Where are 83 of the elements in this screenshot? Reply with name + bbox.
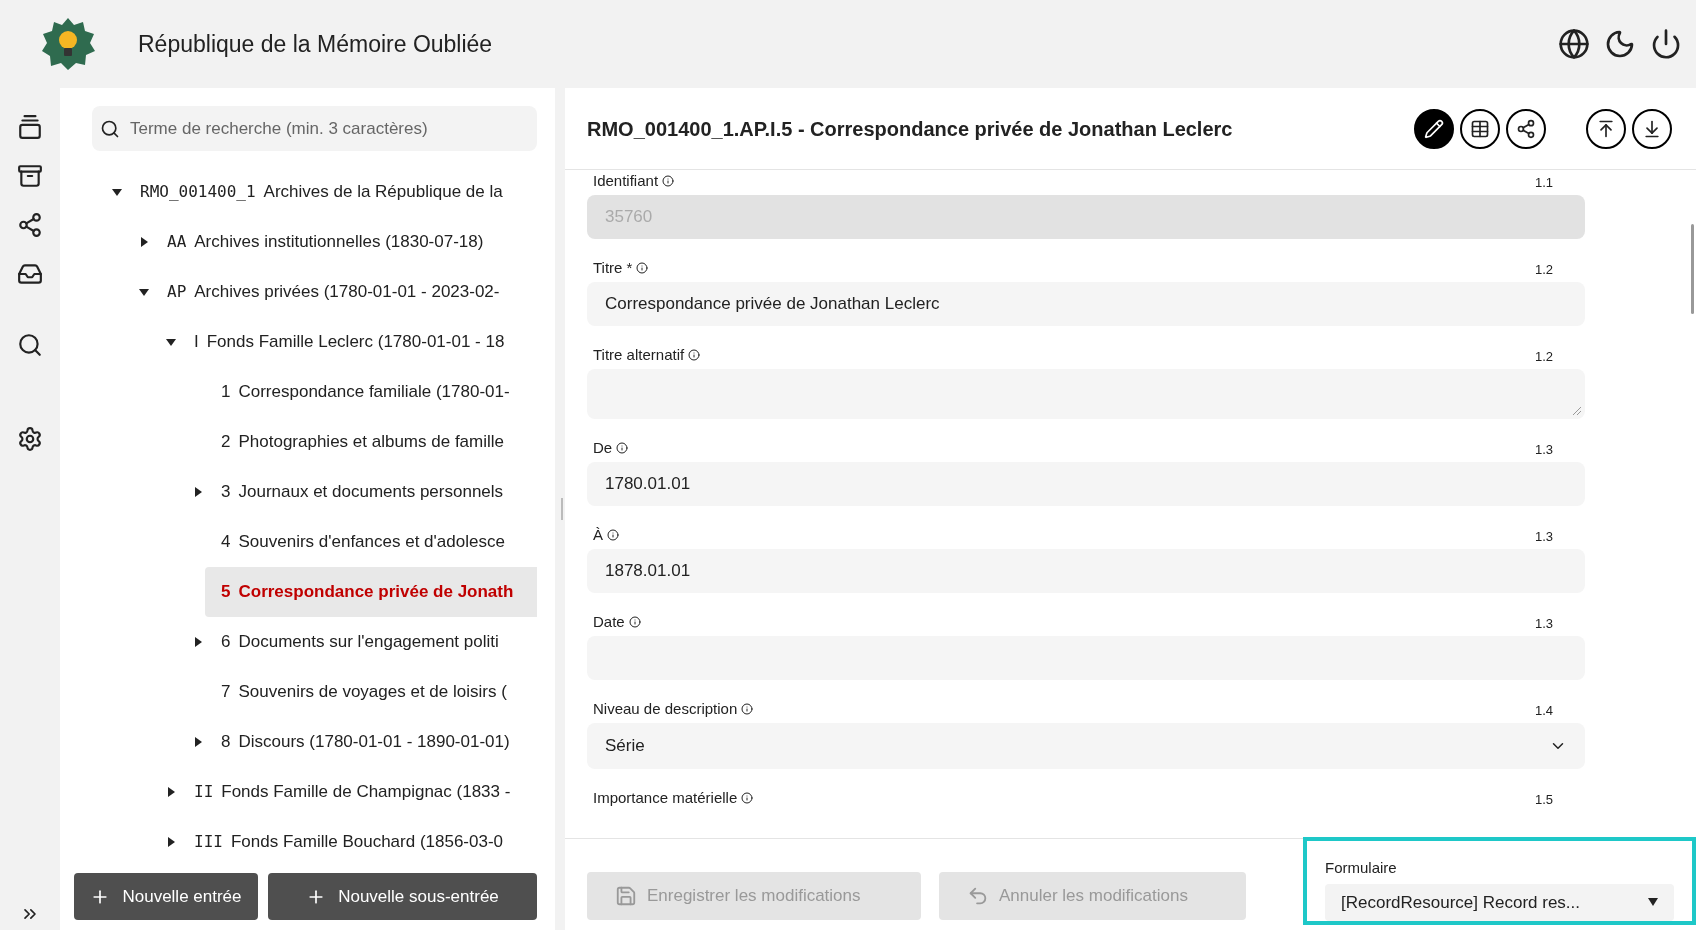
tree-item[interactable]: I Fonds Famille Leclerc (1780-01-01 - 18: [178, 317, 537, 367]
field-number: 1.5: [1534, 790, 1553, 809]
scroll-bottom-button[interactable]: [1632, 108, 1672, 149]
tree-item[interactable]: 6 Documents sur l'engagement politi: [205, 617, 537, 667]
field-label: Importance matérielle: [593, 787, 738, 808]
tree-item[interactable]: 7 Souvenirs de voyages et de loisirs (: [205, 667, 537, 717]
caret-right-icon[interactable]: [193, 737, 203, 747]
field-label: À: [593, 524, 603, 545]
field-number: 1.2: [1534, 347, 1553, 366]
caret-right-icon[interactable]: [166, 787, 176, 797]
field-number: 1.2: [1534, 260, 1553, 279]
search-field[interactable]: Terme de recherche (min. 3 caractères): [92, 106, 537, 151]
info-icon[interactable]: [607, 528, 619, 541]
form-label: Formulaire: [1325, 858, 1398, 878]
tree-item[interactable]: AA Archives institutionnelles (1830-07-18): [151, 217, 537, 267]
field-number: 1.3: [1534, 614, 1553, 633]
input-field[interactable]: 1780.01.01: [587, 462, 1585, 506]
scrollbar[interactable]: [1691, 224, 1694, 314]
field-label: Identifiant: [593, 170, 659, 191]
table-icon: [1470, 118, 1490, 139]
new-entry-button[interactable]: Nouvelle entrée: [74, 873, 258, 920]
inbox-icon[interactable]: [17, 261, 43, 287]
moon-icon[interactable]: [1604, 28, 1636, 60]
tree-item[interactable]: 4 Souvenirs d'enfances et d'adolesce: [205, 517, 537, 567]
info-icon[interactable]: [616, 441, 629, 454]
field-label: Niveau de description: [593, 698, 738, 719]
input-field[interactable]: 1878.01.01: [587, 549, 1585, 593]
undo-icon: [967, 885, 989, 907]
logo-icon: [40, 16, 96, 72]
input-field[interactable]: Correspondance privée de Jonathan Leclerc: [587, 282, 1585, 326]
info-icon[interactable]: [628, 615, 641, 628]
caret-down-icon[interactable]: [166, 337, 176, 347]
caret-down-icon[interactable]: [139, 287, 149, 297]
field-number: 1.3: [1534, 440, 1553, 459]
info-icon[interactable]: [688, 348, 701, 361]
table-button[interactable]: [1460, 108, 1500, 149]
tree-item[interactable]: RMO_001400_1 Archives de la République de la: [124, 167, 537, 217]
field-number: 1.3: [1534, 527, 1553, 546]
share-icon[interactable]: [17, 212, 43, 238]
caret-right-icon[interactable]: [139, 237, 149, 247]
tree-item[interactable]: 3 Journaux et documents personnels: [205, 467, 537, 517]
tree-item[interactable]: AP Archives privées (1780-01-01 - 2023-02-: [151, 267, 537, 317]
edit-button[interactable]: [1414, 108, 1454, 149]
caret-right-icon[interactable]: [193, 637, 203, 647]
field-label: Titre alternatif: [593, 344, 685, 365]
field-label: Date: [593, 611, 625, 632]
select-field[interactable]: Série: [587, 723, 1585, 769]
field-number: 1.1: [1534, 173, 1553, 192]
arrow-down-icon: [1642, 118, 1662, 139]
stack-icon[interactable]: [17, 114, 43, 140]
share-button[interactable]: [1506, 108, 1546, 149]
tree-item[interactable]: II Fonds Famille de Champignac (1833 -: [178, 767, 537, 817]
pencil-icon: [1424, 118, 1444, 139]
info-icon[interactable]: [741, 702, 754, 715]
globe-icon[interactable]: [1558, 28, 1590, 60]
tree-item[interactable]: 5 Correspondance privée de Jonath: [205, 567, 537, 617]
caret-down-icon: [1648, 898, 1658, 907]
search-icon: [100, 118, 120, 139]
app-title: République de la Mémoire Oubliée: [138, 29, 493, 59]
caret-down-icon[interactable]: [112, 187, 122, 197]
info-icon[interactable]: [662, 174, 675, 187]
tree-item[interactable]: 1 Correspondance familiale (1780-01-: [205, 367, 537, 417]
info-icon[interactable]: [741, 791, 754, 804]
archive-icon[interactable]: [17, 163, 43, 189]
tree-item[interactable]: III Fonds Famille Bouchard (1856-03-0: [178, 817, 537, 867]
record-title: RMO_001400_1.AP.I.5 - Correspondance privée de Jonathan Leclerc: [587, 116, 1233, 142]
info-icon[interactable]: [636, 261, 649, 274]
arrow-up-icon: [1596, 118, 1616, 139]
scroll-top-button[interactable]: [1586, 108, 1626, 149]
field-label: Titre *: [593, 257, 633, 278]
share-icon: [1516, 118, 1536, 139]
caret-right-icon[interactable]: [166, 837, 176, 847]
new-entry-button[interactable]: Nouvelle sous-entrée: [268, 873, 537, 920]
resize-handle-icon[interactable]: [1573, 407, 1581, 415]
field-label: De: [593, 437, 613, 458]
search-icon[interactable]: [17, 332, 43, 358]
tree-item[interactable]: 2 Photographies et albums de famille: [205, 417, 537, 467]
settings-icon[interactable]: [17, 426, 43, 452]
tree-item[interactable]: 8 Discours (1780-01-01 - 1890-01-01): [205, 717, 537, 767]
power-icon[interactable]: [1650, 28, 1682, 60]
caret-right-icon[interactable]: [193, 487, 203, 497]
field-number: 1.4: [1534, 701, 1553, 720]
form-select[interactable]: [RecordResource] Record res...: [1325, 883, 1674, 921]
